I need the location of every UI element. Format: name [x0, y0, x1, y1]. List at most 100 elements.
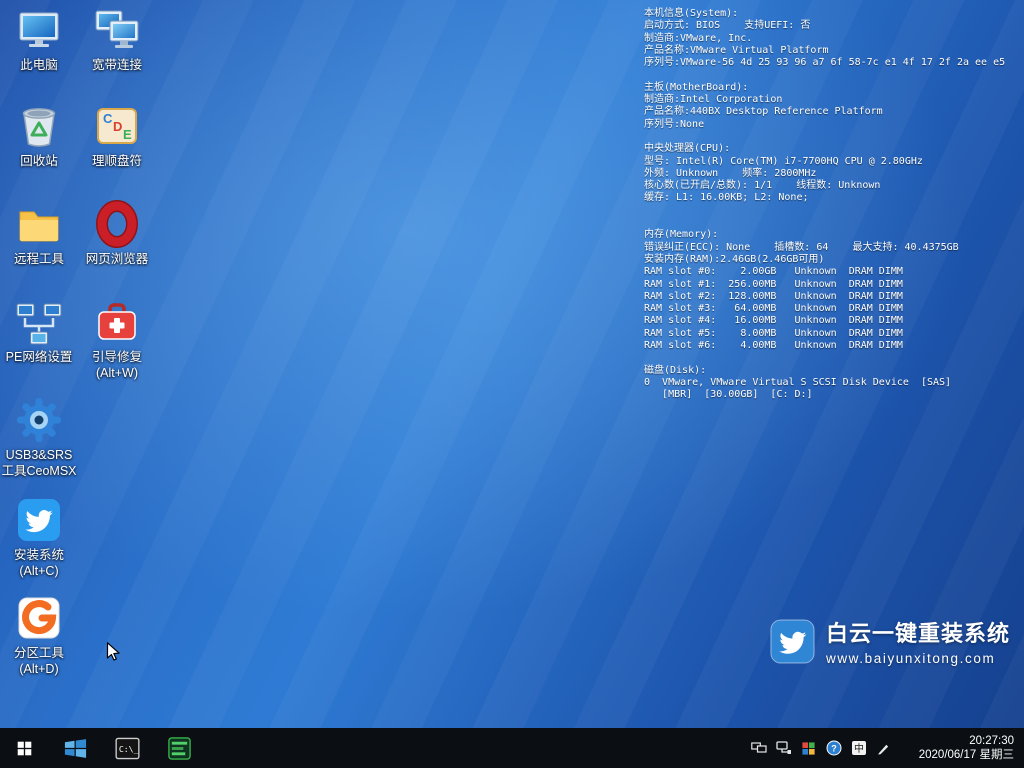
icon-label: 远程工具	[14, 251, 64, 267]
system-info-line: 本机信息(System):	[644, 8, 1020, 20]
icon-label: 网页浏览器	[86, 251, 149, 267]
network-plug-icon[interactable]	[775, 740, 792, 757]
svg-text:E: E	[123, 127, 132, 142]
svg-text:?: ?	[831, 744, 837, 754]
mouse-cursor	[102, 641, 124, 668]
browser-opera-icon	[93, 200, 141, 248]
icon-label: 此电脑	[20, 57, 58, 73]
system-info-line: 产品名称:440BX Desktop Reference Platform	[644, 106, 1020, 118]
system-info-line: RAM slot #0: 2.00GB Unknown DRAM DIMM	[644, 266, 1020, 278]
system-info-line	[644, 69, 1020, 81]
desktop-icon-web-browser[interactable]: 网页浏览器	[74, 200, 160, 267]
desktop-icon-partition-tool[interactable]: 分区工具 (Alt+D)	[0, 594, 82, 677]
system-info: 本机信息(System):启动方式: BIOS 支持UEFI: 否制造商:VMw…	[644, 8, 1020, 402]
icon-label-2: (Alt+W)	[96, 365, 138, 381]
start-button[interactable]	[0, 728, 48, 768]
cmd-icon: C:\_	[115, 736, 140, 761]
icon-label: 引导修复	[92, 349, 142, 365]
system-info-line: 安装内存(RAM):2.46GB(2.46GB可用)	[644, 254, 1020, 266]
system-info-line: 0 VMware, VMware Virtual S SCSI Disk Dev…	[644, 377, 1020, 389]
taskbar-pe-tools-button[interactable]	[156, 728, 202, 768]
dual-monitor-icon	[93, 6, 141, 54]
system-info-line: 缓存: L1: 16.00KB; L2: None;	[644, 192, 1020, 204]
system-tray: ? 中 20:27:30 2020/06/17 星期三	[750, 734, 1024, 762]
icon-label-2: 工具CeoMSX	[1, 463, 76, 479]
system-info-line: 中央处理器(CPU):	[644, 143, 1020, 155]
color-grid-icon[interactable]	[800, 740, 817, 757]
icon-label: 理顺盘符	[92, 153, 142, 169]
pen-icon[interactable]	[875, 740, 892, 757]
system-info-line: 外频: Unknown 频率: 2800MHz	[644, 168, 1020, 180]
icon-label-2: (Alt+C)	[19, 563, 58, 579]
watermark-bird-icon	[769, 618, 816, 665]
drive-letters-icon: C D E	[93, 102, 141, 150]
system-info-line: 启动方式: BIOS 支持UEFI: 否	[644, 20, 1020, 32]
desktop-icon-remote-tools[interactable]: 远程工具	[0, 200, 82, 267]
help-icon[interactable]: ?	[825, 740, 842, 757]
watermark-url: www.baiyunxitong.com	[826, 651, 1010, 666]
system-info-line: 核心数(已开启/总数): 1/1 线程数: Unknown	[644, 180, 1020, 192]
svg-text:C: C	[103, 111, 113, 126]
recycle-bin-icon	[15, 102, 63, 150]
svg-text:中: 中	[854, 742, 864, 755]
svg-text:C:\_: C:\_	[118, 743, 138, 753]
desktop-icon-recycle-bin[interactable]: 回收站	[0, 102, 82, 169]
system-info-line	[644, 352, 1020, 364]
system-info-line: RAM slot #6: 4.00MB Unknown DRAM DIMM	[644, 340, 1020, 352]
diskgenius-icon	[15, 594, 63, 642]
watermark-title: 白云一键重装系统	[826, 616, 1010, 648]
system-info-line: 错误纠正(ECC): None 插槽数: 64 最大支持: 40.4375GB	[644, 242, 1020, 254]
icon-label: 回收站	[20, 153, 58, 169]
system-info-line: [MBR] [30.00GB] [C: D:]	[644, 389, 1020, 401]
clock-time: 20:27:30	[908, 734, 1014, 748]
desktop-icon-this-pc[interactable]: 此电脑	[0, 6, 82, 73]
taskbar-windows-pe-button[interactable]	[52, 728, 98, 768]
watermark: 白云一键重装系统 www.baiyunxitong.com	[769, 616, 1010, 666]
desktop-icon-pe-network-settings[interactable]: PE网络设置	[0, 298, 82, 365]
taskbar-cmd-button[interactable]: C:\_	[104, 728, 150, 768]
taskbar-clock[interactable]: 20:27:30 2020/06/17 星期三	[908, 734, 1014, 762]
svg-text:D: D	[113, 119, 122, 134]
windows-start-icon	[16, 740, 33, 757]
icon-label: 宽带连接	[92, 57, 142, 73]
desktop-icon-sort-drive-letters[interactable]: C D E 理顺盘符	[74, 102, 160, 169]
icon-label: PE网络设置	[6, 349, 73, 365]
icon-label: 分区工具	[14, 645, 64, 661]
system-info-line: RAM slot #5: 8.00MB Unknown DRAM DIMM	[644, 328, 1020, 340]
dual-display-icon[interactable]	[750, 740, 767, 757]
icon-label: 安装系统	[14, 547, 64, 563]
system-info-line: 产品名称:VMware Virtual Platform	[644, 45, 1020, 57]
install-bird-icon	[15, 496, 63, 544]
gear-icon	[15, 396, 63, 444]
system-info-line	[644, 217, 1020, 229]
system-info-line: 序列号:VMware-56 4d 25 93 96 a7 6f 58-7c e1…	[644, 57, 1020, 69]
system-info-line: RAM slot #3: 64.00MB Unknown DRAM DIMM	[644, 303, 1020, 315]
system-info-line: 型号: Intel(R) Core(TM) i7-7700HQ CPU @ 2.…	[644, 156, 1020, 168]
desktop-icon-boot-repair[interactable]: 引导修复 (Alt+W)	[74, 298, 160, 381]
system-info-line: 内存(Memory):	[644, 229, 1020, 241]
folder-icon	[15, 200, 63, 248]
desktop-icon-install-system[interactable]: 安装系统 (Alt+C)	[0, 496, 82, 579]
system-info-line: 磁盘(Disk):	[644, 365, 1020, 377]
input-method-icon[interactable]: 中	[850, 740, 867, 757]
system-info-line: 制造商:Intel Corporation	[644, 94, 1020, 106]
system-info-line: 制造商:VMware, Inc.	[644, 33, 1020, 45]
icon-label: USB3&SRS	[6, 447, 73, 463]
taskbar: C:\_	[0, 728, 1024, 768]
system-info-line: RAM slot #4: 16.00MB Unknown DRAM DIMM	[644, 315, 1020, 327]
desktop-icon-broadband-connection[interactable]: 宽带连接	[74, 6, 160, 73]
repair-kit-icon	[93, 298, 141, 346]
system-info-line: RAM slot #1: 256.00MB Unknown DRAM DIMM	[644, 279, 1020, 291]
windows-flag-icon	[63, 736, 88, 761]
clock-date: 2020/06/17 星期三	[908, 748, 1014, 762]
system-info-line: 主板(MotherBoard):	[644, 82, 1020, 94]
computer-icon	[15, 6, 63, 54]
system-info-line	[644, 131, 1020, 143]
desktop-icon-usb3-srs-tools[interactable]: USB3&SRS 工具CeoMSX	[0, 396, 82, 479]
system-info-line: RAM slot #2: 128.00MB Unknown DRAM DIMM	[644, 291, 1020, 303]
desktop-background[interactable]: { "desktop": { "icons": [ { "name": "thi…	[0, 0, 1024, 768]
pe-tools-icon	[167, 736, 192, 761]
icon-label-2: (Alt+D)	[19, 661, 58, 677]
system-info-line	[644, 205, 1020, 217]
network-icon	[15, 298, 63, 346]
